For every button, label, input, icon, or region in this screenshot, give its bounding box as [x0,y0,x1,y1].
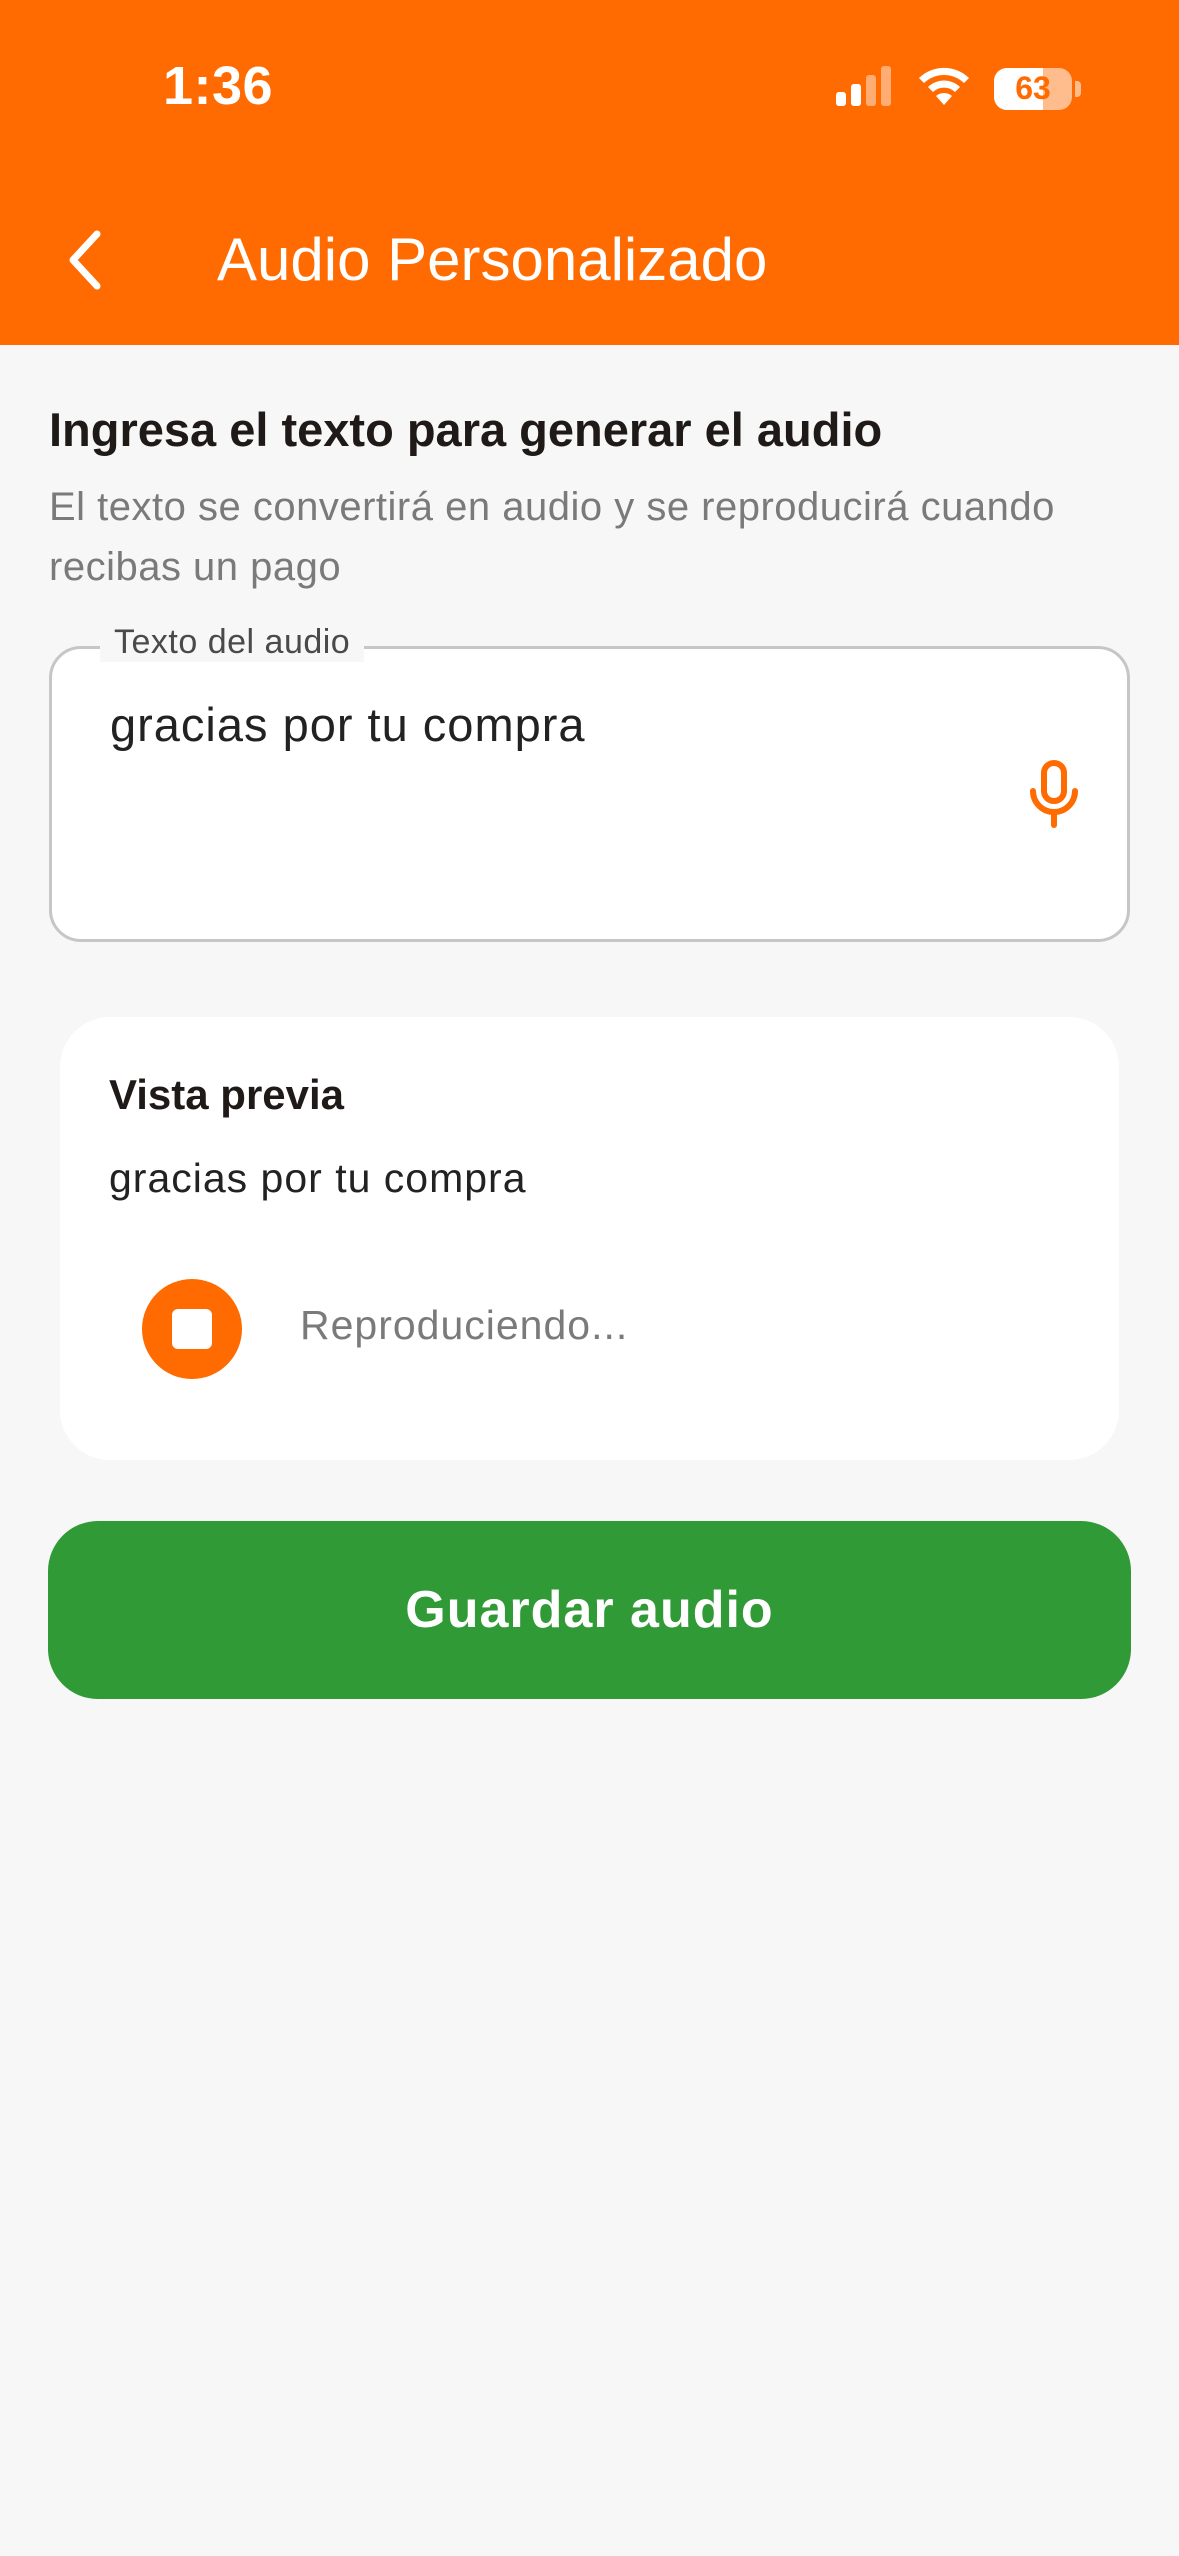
battery-percent: 63 [1015,70,1051,106]
status-time: 1:36 [163,56,274,116]
section-description: El texto se convertirá en audio y se rep… [49,485,1055,589]
playback-status: Reproduciendo... [300,1302,629,1348]
section-heading: Ingresa el texto para generar el audio [49,403,883,456]
signal-icon [834,66,894,111]
battery-icon: 63 [994,67,1072,110]
page-title: Audio Personalizado [217,226,768,293]
preview-title: Vista previa [109,1071,345,1118]
audio-text-field[interactable]: Texto del audio gracias por tu compra [49,623,1130,942]
save-audio-button[interactable]: Guardar audio [48,1521,1131,1699]
battery-nub [1075,80,1081,97]
microphone-icon [1030,760,1078,828]
stop-playback-button[interactable] [142,1279,242,1379]
chevron-left-icon [69,230,101,290]
status-icons: 63 [834,65,1081,112]
preview-text: gracias por tu compra [109,1155,527,1201]
app-header: 1:36 63 Audio Personalizado [0,0,1179,345]
audio-text-input[interactable]: gracias por tu compra [110,697,586,752]
stop-icon [172,1309,212,1349]
back-button[interactable] [50,215,120,305]
wifi-icon [916,65,972,112]
audio-text-label: Texto del audio [100,623,365,662]
preview-card: Vista previa gracias por tu compra Repro… [60,1017,1119,1460]
voice-input-button[interactable] [1019,754,1089,834]
